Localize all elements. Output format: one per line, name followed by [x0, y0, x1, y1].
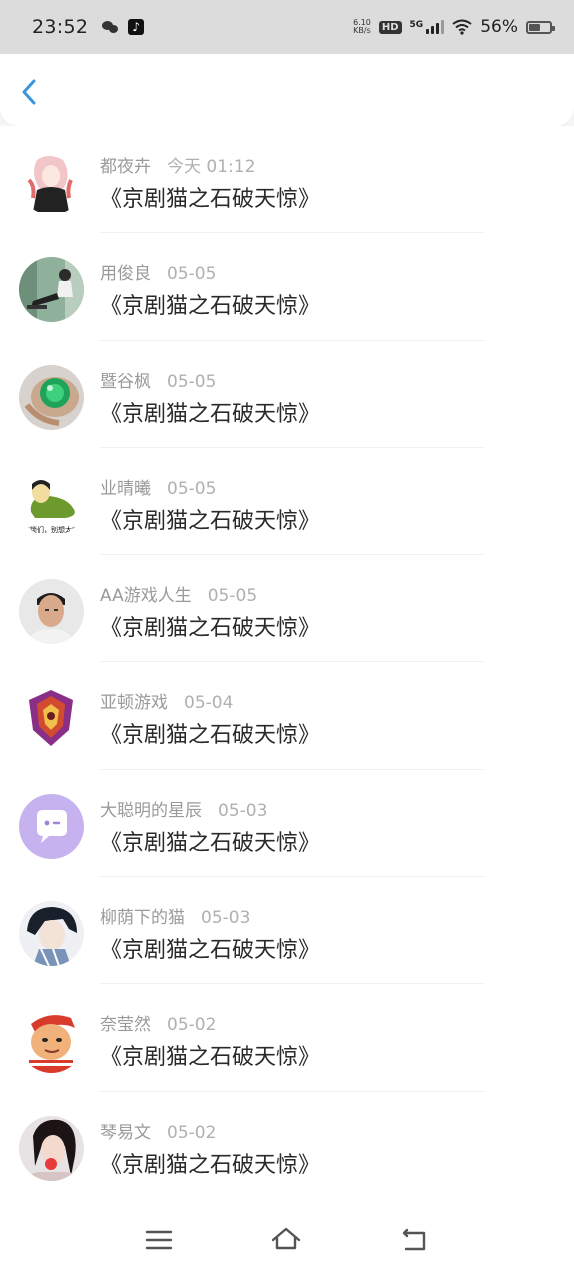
user-name: AA游戏人生: [100, 586, 192, 607]
avatar[interactable]: [19, 150, 84, 215]
avatar[interactable]: "锁们，别想太": [19, 471, 84, 537]
item-title: 《京剧猫之石破天惊》: [100, 616, 321, 642]
list-item[interactable]: 用俊良 05-05 《京剧猫之石破天惊》: [0, 233, 574, 341]
avatar[interactable]: [19, 901, 84, 967]
post-date: 05-05: [167, 478, 217, 499]
status-indicators: 6.10 KB/s HD 5G 56%: [353, 17, 555, 37]
avatar[interactable]: [19, 793, 84, 859]
net-speed: 6.10 KB/s: [353, 19, 371, 35]
avatar-caption: "锁们，别想太": [27, 525, 75, 534]
user-name: 柳荫下的猫: [100, 908, 185, 929]
wifi-icon: [452, 19, 472, 35]
user-name: 用俊良: [100, 264, 151, 285]
post-date: 今天 01:12: [167, 157, 256, 177]
menu-button[interactable]: [143, 1224, 175, 1256]
home-icon: [271, 1227, 301, 1250]
user-name: 都夜卉: [100, 157, 151, 177]
item-title: 《京剧猫之石破天惊》: [100, 938, 321, 964]
system-nav-bar: [0, 1200, 574, 1280]
battery-icon: [526, 20, 555, 34]
avatar[interactable]: [19, 1008, 84, 1074]
item-title: 《京剧猫之石破天惊》: [100, 1045, 321, 1071]
user-name: 暨谷枫: [100, 371, 151, 392]
list-item[interactable]: 大聪明的星辰 05-03 《京剧猫之石破天惊》: [0, 770, 574, 878]
post-date: 05-05: [167, 371, 217, 392]
tiktok-icon: ♪: [128, 19, 145, 35]
header-bar: [0, 54, 574, 126]
list-item[interactable]: 都夜卉 今天 01:12 《京剧猫之石破天惊》: [0, 126, 574, 234]
network-type: 5G: [409, 20, 424, 30]
item-title: 《京剧猫之石破天惊》: [100, 401, 321, 427]
user-name: 琴易文: [100, 1122, 151, 1143]
back-icon: [402, 1228, 426, 1251]
item-title: 《京剧猫之石破天惊》: [100, 830, 321, 856]
post-date: 05-02: [167, 1015, 217, 1036]
system-back-button[interactable]: [398, 1224, 430, 1256]
list-item[interactable]: 亚顿游戏 05-04 《京剧猫之石破天惊》: [0, 662, 574, 770]
user-name: 奈莹然: [100, 1015, 151, 1036]
home-button[interactable]: [270, 1224, 302, 1256]
signal-icon: 5G: [410, 20, 445, 34]
list-item[interactable]: 暨谷枫 05-05 《京剧猫之石破天惊》: [0, 341, 574, 448]
post-date: 05-05: [207, 586, 258, 607]
item-title: 《京剧猫之石破天惊》: [100, 187, 321, 212]
back-button[interactable]: [14, 76, 46, 108]
post-date: 05-05: [167, 264, 217, 285]
item-title: 《京剧猫之石破天惊》: [100, 723, 321, 749]
post-date: 05-02: [167, 1122, 217, 1143]
avatar[interactable]: [19, 686, 84, 752]
avatar[interactable]: [19, 579, 84, 645]
item-title: 《京剧猫之石破天惊》: [100, 294, 321, 320]
comment-list: 都夜卉 今天 01:12 《京剧猫之石破天惊》 用俊良 05-05 《京剧猫之石破天…: [0, 126, 574, 1200]
list-item[interactable]: 柳荫下的猫 05-03 《京剧猫之石破天惊》: [0, 877, 574, 985]
post-date: 05-03: [201, 908, 251, 929]
status-bar: 23:52 ♪ 6.10 KB/s HD 5G 56%: [0, 0, 574, 54]
wechat-icon: [102, 20, 120, 34]
user-name: 业晴曦: [100, 478, 151, 499]
avatar[interactable]: [19, 257, 84, 323]
post-date: 05-04: [184, 693, 234, 714]
avatar[interactable]: [19, 1115, 84, 1181]
user-name: 亚顿游戏: [100, 693, 168, 714]
list-item[interactable]: AA游戏人生 05-05 《京剧猫之石破天惊》: [0, 555, 574, 663]
item-title: 《京剧猫之石破天惊》: [100, 508, 321, 534]
list-item[interactable]: 奈莹然 05-02 《京剧猫之石破天惊》: [0, 984, 574, 1092]
user-name: 大聪明的星辰: [100, 800, 202, 821]
battery-percent: 56%: [480, 17, 518, 37]
post-date: 05-03: [218, 800, 268, 821]
net-speed-unit: KB/s: [353, 26, 371, 35]
list-item[interactable]: 琴易文 05-02 《京剧猫之石破天惊》: [0, 1092, 574, 1199]
status-time: 23:52: [32, 16, 89, 38]
menu-icon: [145, 1230, 173, 1250]
chevron-left-icon: [22, 79, 36, 105]
avatar[interactable]: [19, 364, 84, 430]
hd-badge: HD: [378, 20, 402, 34]
item-title: 《京剧猫之石破天惊》: [100, 1152, 321, 1178]
status-app-icons: ♪: [102, 19, 145, 35]
list-item[interactable]: "锁们，别想太" 业晴曦 05-05 《京剧猫之石破天惊》: [0, 448, 574, 556]
